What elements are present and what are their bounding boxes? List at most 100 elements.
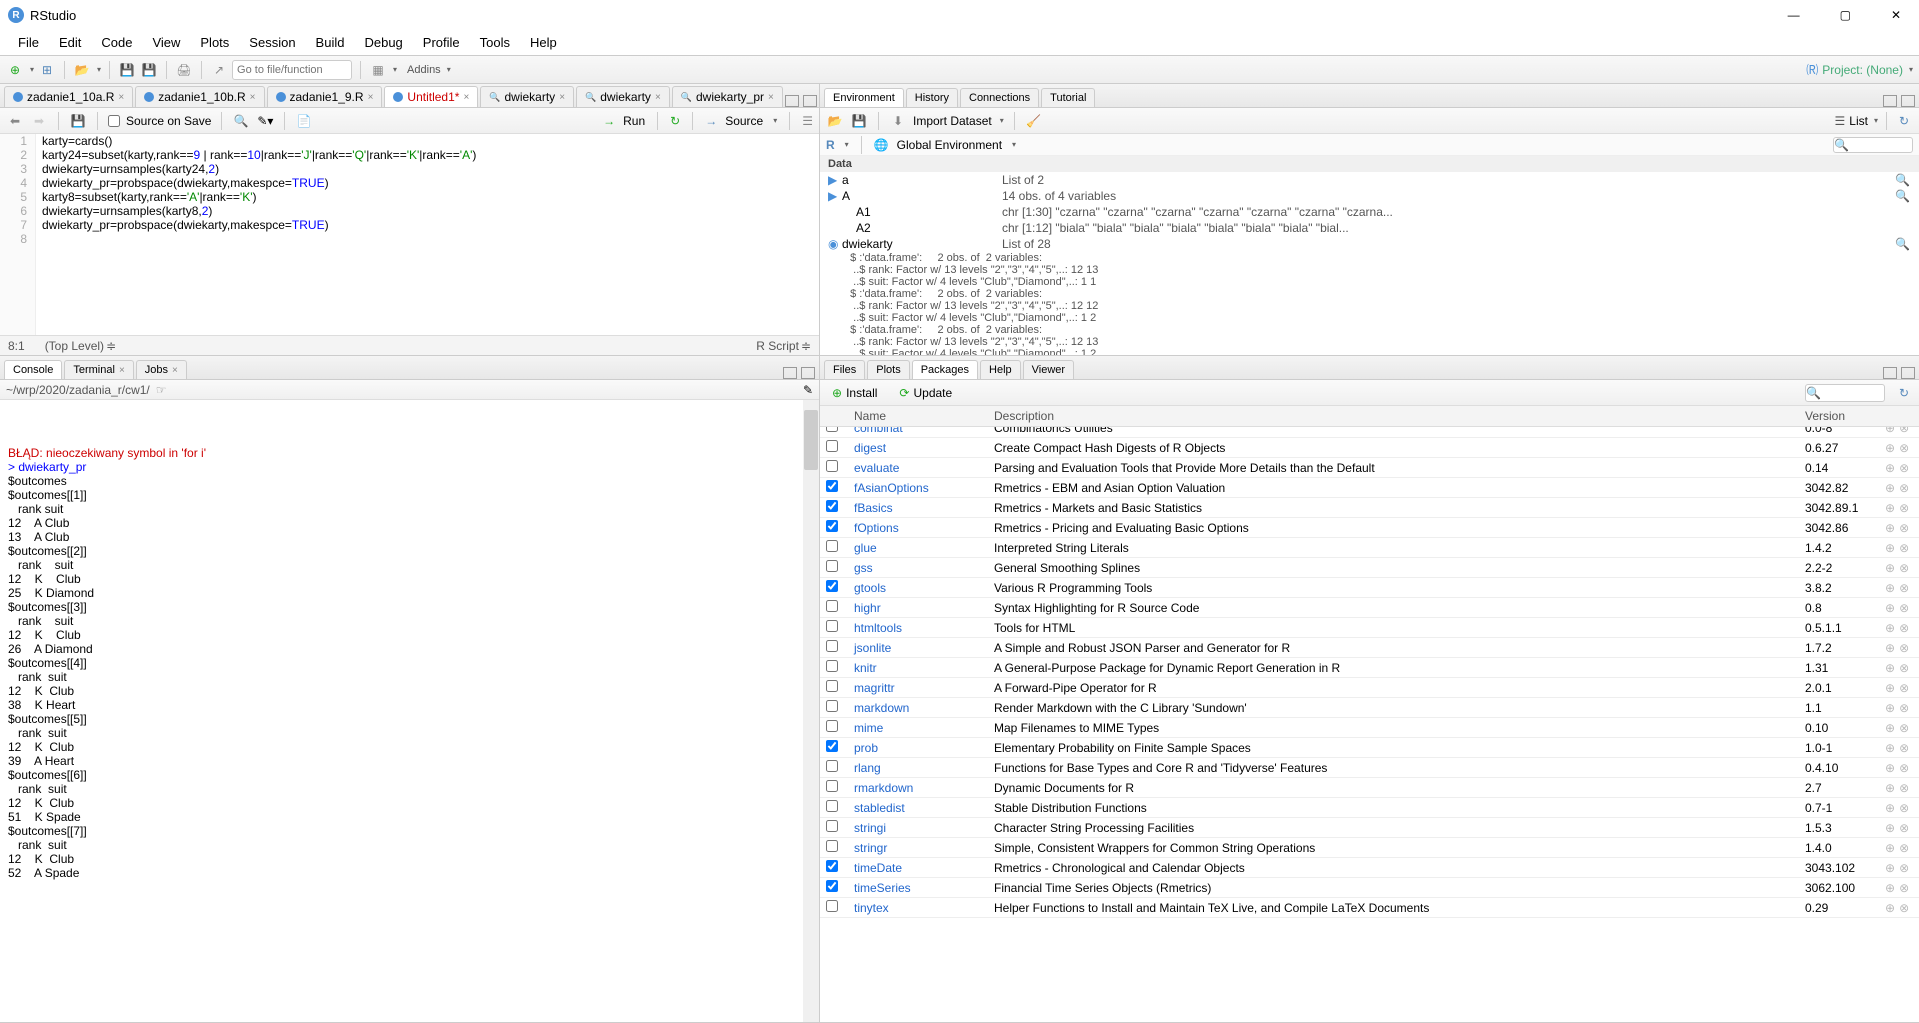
env-tab-history[interactable]: History xyxy=(906,88,958,107)
pkg-checkbox[interactable] xyxy=(826,820,838,832)
pkg-name-link[interactable]: gtools xyxy=(848,579,988,597)
console-path-action[interactable]: ☞ xyxy=(156,383,167,397)
clear-env-icon[interactable]: 🧹 xyxy=(1025,112,1043,130)
env-minimize[interactable] xyxy=(1883,95,1897,107)
pkg-remove-icon[interactable]: ⊗ xyxy=(1899,781,1909,795)
pkg-name-link[interactable]: stringr xyxy=(848,839,988,857)
source-button[interactable]: Source xyxy=(725,114,763,128)
pkg-web-icon[interactable]: ⊕ xyxy=(1885,741,1895,755)
pkg-web-icon[interactable]: ⊕ xyxy=(1885,701,1895,715)
outline-icon[interactable]: ☰ xyxy=(802,114,813,128)
pkg-web-icon[interactable]: ⊕ xyxy=(1885,481,1895,495)
menu-build[interactable]: Build xyxy=(306,31,355,54)
menu-plots[interactable]: Plots xyxy=(190,31,239,54)
pkg-remove-icon[interactable]: ⊗ xyxy=(1899,441,1909,455)
pkg-remove-icon[interactable]: ⊗ xyxy=(1899,481,1909,495)
pkg-remove-icon[interactable]: ⊗ xyxy=(1899,801,1909,815)
pkg-checkbox[interactable] xyxy=(826,540,838,552)
menu-tools[interactable]: Tools xyxy=(470,31,520,54)
update-button[interactable]: ⟳Update xyxy=(893,384,958,402)
pkg-remove-icon[interactable]: ⊗ xyxy=(1899,821,1909,835)
menu-code[interactable]: Code xyxy=(91,31,142,54)
menu-help[interactable]: Help xyxy=(520,31,567,54)
pkg-checkbox[interactable] xyxy=(826,520,838,532)
pkg-checkbox[interactable] xyxy=(826,600,838,612)
tab-close-icon[interactable]: × xyxy=(655,92,661,103)
tab-close-icon[interactable]: × xyxy=(463,92,469,103)
env-view-icon[interactable]: 🔍 xyxy=(1895,237,1911,251)
pkg-remove-icon[interactable]: ⊗ xyxy=(1899,501,1909,515)
source-tab[interactable]: 🔍dwiekarty_pr× xyxy=(672,86,783,107)
pkg-remove-icon[interactable]: ⊗ xyxy=(1899,701,1909,715)
pkg-name-link[interactable]: gss xyxy=(848,559,988,577)
env-item[interactable]: A2chr [1:12] "biala" "biala" "biala" "bi… xyxy=(820,220,1919,236)
pkg-minimize[interactable] xyxy=(1883,367,1897,379)
pkg-web-icon[interactable]: ⊕ xyxy=(1885,761,1895,775)
menu-session[interactable]: Session xyxy=(239,31,305,54)
run-button[interactable]: Run xyxy=(623,114,645,128)
pkg-checkbox[interactable] xyxy=(826,660,838,672)
env-tab-tutorial[interactable]: Tutorial xyxy=(1041,88,1095,107)
scope-label[interactable]: (Top Level) xyxy=(45,339,104,353)
env-item[interactable]: ▶aList of 2🔍 xyxy=(820,172,1919,188)
pkg-name-link[interactable]: knitr xyxy=(848,659,988,677)
pkg-name-link[interactable]: glue xyxy=(848,539,988,557)
pkg-checkbox[interactable] xyxy=(826,900,838,912)
env-search-input[interactable] xyxy=(1833,137,1913,153)
pkg-tab-plots[interactable]: Plots xyxy=(867,360,909,379)
source-tab[interactable]: 🔍dwiekarty× xyxy=(576,86,670,107)
env-lang[interactable]: R xyxy=(826,138,835,152)
forward-icon[interactable]: ➡ xyxy=(30,112,48,130)
pkg-remove-icon[interactable]: ⊗ xyxy=(1899,541,1909,555)
pkg-remove-icon[interactable]: ⊗ xyxy=(1899,721,1909,735)
console-clear-icon[interactable]: ✎ xyxy=(803,383,813,397)
env-tab-environment[interactable]: Environment xyxy=(824,88,904,107)
pkg-remove-icon[interactable]: ⊗ xyxy=(1899,461,1909,475)
pkg-web-icon[interactable]: ⊕ xyxy=(1885,641,1895,655)
find-icon[interactable]: 🔍 xyxy=(232,112,250,130)
console-tab-terminal[interactable]: Terminal × xyxy=(64,360,133,379)
pkg-checkbox[interactable] xyxy=(826,760,838,772)
pkg-remove-icon[interactable]: ⊗ xyxy=(1899,861,1909,875)
save-all-icon[interactable]: 💾 xyxy=(140,61,158,79)
tab-close-icon[interactable]: × xyxy=(368,92,374,103)
install-button[interactable]: ⊕Install xyxy=(826,384,883,402)
source-maximize[interactable] xyxy=(803,95,817,107)
pkg-checkbox[interactable] xyxy=(826,860,838,872)
pkg-remove-icon[interactable]: ⊗ xyxy=(1899,621,1909,635)
pkg-checkbox[interactable] xyxy=(826,780,838,792)
pkg-web-icon[interactable]: ⊕ xyxy=(1885,801,1895,815)
pkg-remove-icon[interactable]: ⊗ xyxy=(1899,661,1909,675)
pkg-web-icon[interactable]: ⊕ xyxy=(1885,601,1895,615)
pkg-checkbox[interactable] xyxy=(826,460,838,472)
save-workspace-icon[interactable]: 💾 xyxy=(850,112,868,130)
tab-close-icon[interactable]: × xyxy=(250,92,256,103)
pkg-remove-icon[interactable]: ⊗ xyxy=(1899,681,1909,695)
pkg-remove-icon[interactable]: ⊗ xyxy=(1899,581,1909,595)
pkg-remove-icon[interactable]: ⊗ xyxy=(1899,761,1909,775)
pkg-tab-packages[interactable]: Packages xyxy=(912,360,978,379)
pkg-checkbox[interactable] xyxy=(826,740,838,752)
pkg-name-link[interactable]: digest xyxy=(848,439,988,457)
pkg-checkbox[interactable] xyxy=(826,700,838,712)
pkg-web-icon[interactable]: ⊕ xyxy=(1885,541,1895,555)
console-tab-console[interactable]: Console xyxy=(4,360,62,379)
open-file-icon[interactable]: 📂 xyxy=(73,61,91,79)
pkg-tab-help[interactable]: Help xyxy=(980,360,1021,379)
source-minimize[interactable] xyxy=(785,95,799,107)
addins-dropdown[interactable]: Addins xyxy=(407,64,441,76)
source-tab[interactable]: zadanie1_10a.R× xyxy=(4,86,133,107)
project-label[interactable]: Project: (None) xyxy=(1822,63,1903,77)
tab-close-icon[interactable]: × xyxy=(768,92,774,103)
pkg-remove-icon[interactable]: ⊗ xyxy=(1899,521,1909,535)
pkg-name-link[interactable]: fAsianOptions xyxy=(848,479,988,497)
pkg-remove-icon[interactable]: ⊗ xyxy=(1899,641,1909,655)
env-view-label[interactable]: List xyxy=(1849,114,1868,128)
pkg-web-icon[interactable]: ⊕ xyxy=(1885,521,1895,535)
pkg-web-icon[interactable]: ⊕ xyxy=(1885,561,1895,575)
env-scope[interactable]: Global Environment xyxy=(897,138,1002,152)
load-workspace-icon[interactable]: 📂 xyxy=(826,112,844,130)
env-view-icon[interactable]: 🔍 xyxy=(1895,173,1911,187)
console-scrollbar[interactable] xyxy=(804,410,818,470)
env-view-mode[interactable]: ☰ xyxy=(1835,114,1846,128)
